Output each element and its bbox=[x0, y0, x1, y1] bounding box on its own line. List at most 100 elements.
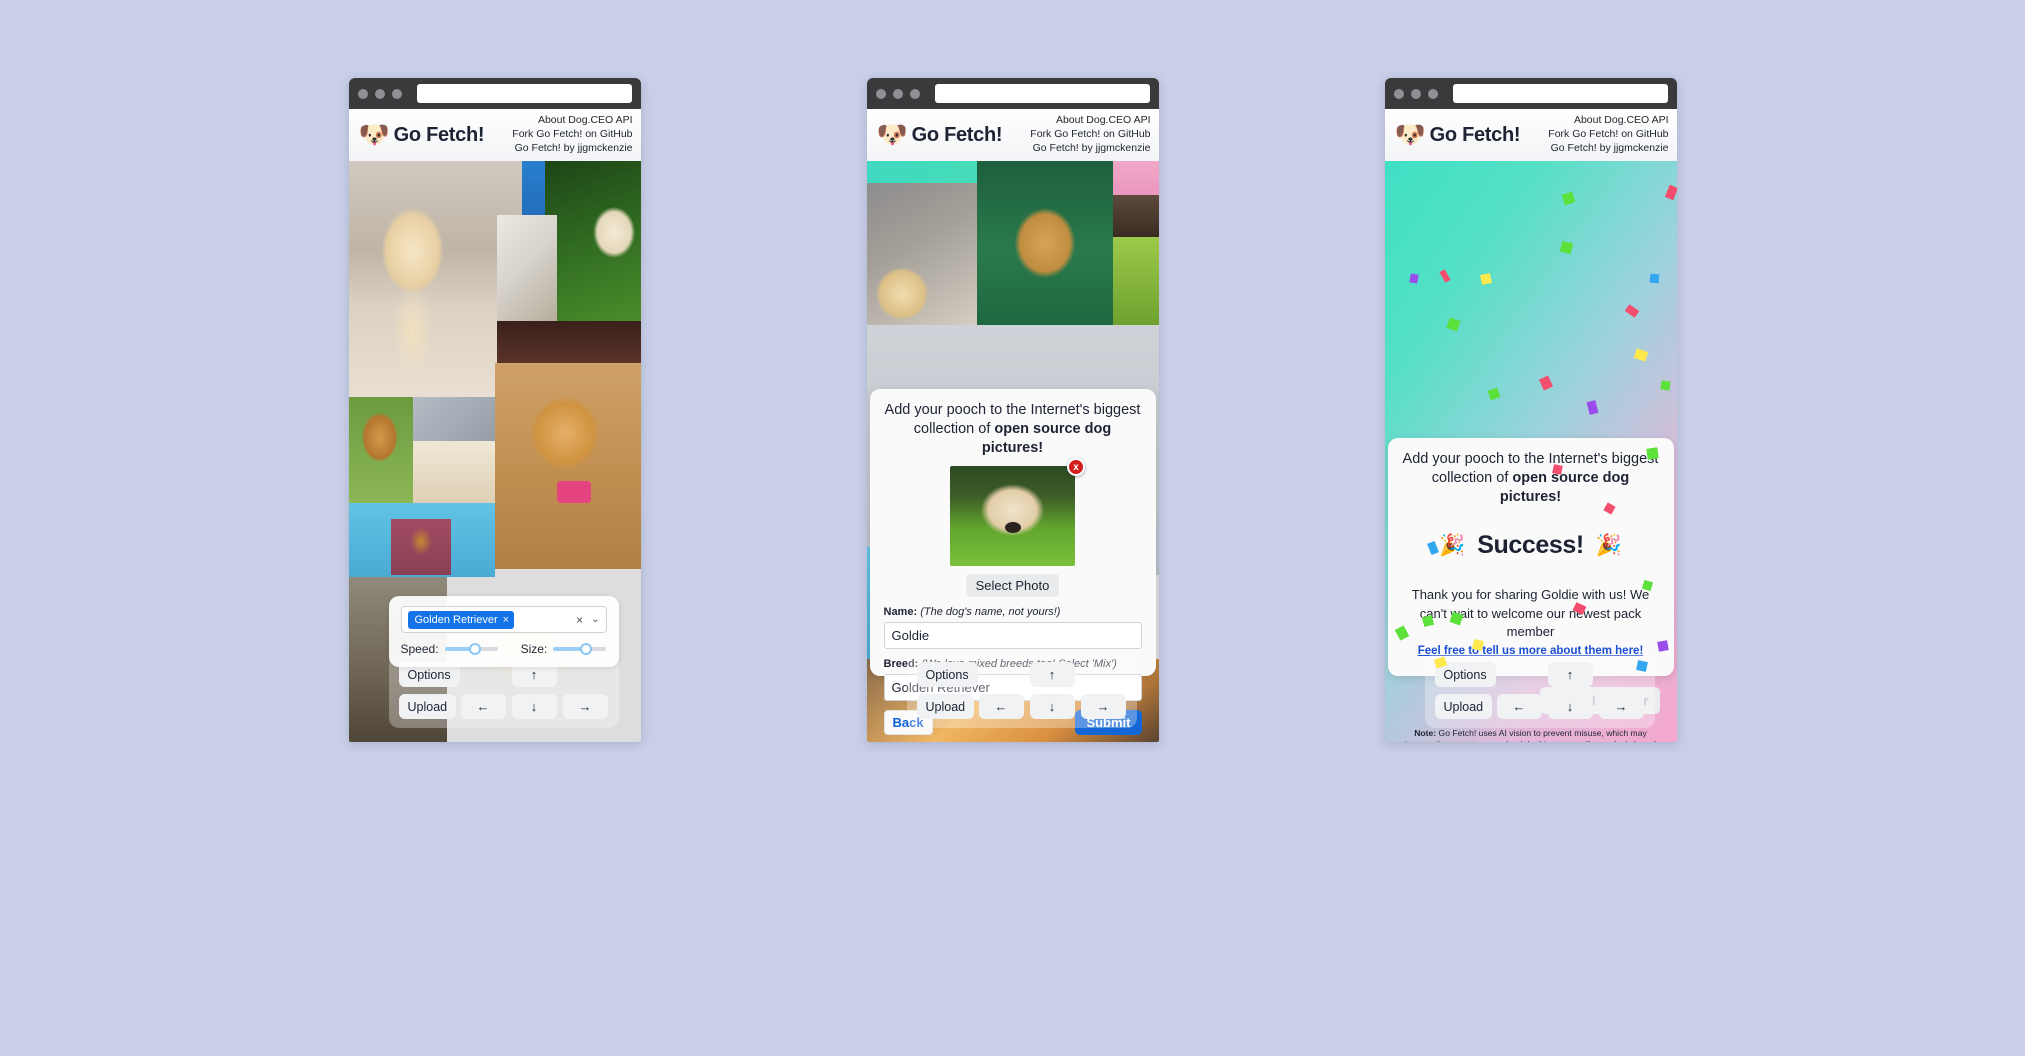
selected-photo-wrapper: x bbox=[950, 458, 1085, 567]
control-bar: Options ↑ Upload ← ↓ → bbox=[1424, 654, 1655, 728]
link-about-dogceo-api[interactable]: About Dog.CEO API bbox=[512, 114, 633, 128]
options-button[interactable]: Options bbox=[1434, 662, 1496, 687]
selected-photo-preview[interactable] bbox=[950, 466, 1075, 567]
pan-down-button[interactable]: ↓ bbox=[1547, 694, 1593, 719]
breed-multiselect[interactable]: Golden Retriever × × ⌄ bbox=[400, 606, 607, 633]
upload-modal: Add your pooch to the Internet's biggest… bbox=[869, 389, 1156, 736]
site-header: 🐶 Go Fetch! About Dog.CEO API Fork Go Fe… bbox=[348, 109, 641, 161]
photo-tile[interactable] bbox=[1112, 161, 1159, 195]
pan-up-button[interactable]: ↑ bbox=[1029, 662, 1075, 687]
window-minimize-dot[interactable] bbox=[892, 88, 903, 99]
window-close-dot[interactable] bbox=[357, 88, 368, 99]
window-maximize-dot[interactable] bbox=[1427, 88, 1438, 99]
link-fork-on-github[interactable]: Fork Go Fetch! on GitHub bbox=[1548, 128, 1668, 142]
photo-tile[interactable] bbox=[1112, 195, 1159, 237]
confetti-piece bbox=[1559, 240, 1573, 255]
select-photo-button[interactable]: Select Photo bbox=[965, 574, 1060, 598]
party-popper-icon: 🎉 bbox=[1439, 533, 1466, 557]
speed-label: Speed: bbox=[400, 642, 439, 656]
confetti-piece bbox=[1664, 184, 1677, 201]
success-banner: 🎉 Success! 🎉 bbox=[1402, 531, 1660, 560]
link-about-dogceo-api[interactable]: About Dog.CEO API bbox=[1030, 114, 1151, 128]
control-row-bottom: Upload ← ↓ → bbox=[1434, 694, 1645, 719]
name-input[interactable] bbox=[883, 622, 1142, 650]
browser-titlebar bbox=[866, 78, 1159, 109]
name-label-text: Name: bbox=[883, 606, 918, 619]
pan-down-button[interactable]: ↓ bbox=[511, 694, 557, 719]
confetti-piece bbox=[1479, 273, 1492, 285]
window-close-dot[interactable] bbox=[875, 88, 886, 99]
photo-tile[interactable] bbox=[866, 183, 977, 325]
photo-accent-bowtie bbox=[556, 481, 591, 503]
brand-title: Go Fetch! bbox=[393, 123, 485, 146]
upload-button[interactable]: Upload bbox=[916, 694, 975, 719]
size-label: Size: bbox=[520, 642, 548, 656]
window-close-dot[interactable] bbox=[1393, 88, 1404, 99]
speed-slider[interactable] bbox=[444, 643, 498, 655]
header-links: About Dog.CEO API Fork Go Fetch! on GitH… bbox=[1548, 114, 1668, 156]
link-about-dogceo-api[interactable]: About Dog.CEO API bbox=[1548, 114, 1669, 128]
chip-remove-icon[interactable]: × bbox=[503, 614, 509, 626]
photo-tile[interactable] bbox=[348, 397, 413, 503]
size-slider-knob[interactable] bbox=[580, 643, 593, 655]
browser-window-upload-form: 🐶 Go Fetch! About Dog.CEO API Fork Go Fe… bbox=[866, 78, 1159, 742]
pan-right-button[interactable]: → bbox=[1598, 694, 1644, 719]
browser-titlebar bbox=[1384, 78, 1677, 109]
site-header: 🐶 Go Fetch! About Dog.CEO API Fork Go Fe… bbox=[1384, 109, 1677, 161]
link-fork-on-github[interactable]: Fork Go Fetch! on GitHub bbox=[1030, 128, 1150, 142]
pan-left-button[interactable]: ← bbox=[1496, 694, 1542, 719]
photo-tile[interactable] bbox=[390, 519, 451, 575]
link-author-credit[interactable]: Go Fetch! by jjgmckenzie bbox=[1030, 142, 1151, 156]
breed-chip-golden-retriever[interactable]: Golden Retriever × bbox=[407, 610, 515, 629]
name-field-group: Name: (The dog's name, not yours!) bbox=[883, 606, 1142, 650]
upload-button[interactable]: Upload bbox=[1434, 694, 1493, 719]
sliders-row: Speed: Size: bbox=[401, 642, 607, 656]
link-author-credit[interactable]: Go Fetch! by jjgmckenzie bbox=[1548, 142, 1669, 156]
control-bar: Options ↑ Upload ← ↓ → bbox=[906, 654, 1137, 728]
window-maximize-dot[interactable] bbox=[909, 88, 920, 99]
confetti-piece bbox=[1659, 380, 1671, 391]
modal-title: Add your pooch to the Internet's biggest… bbox=[884, 401, 1142, 458]
pan-right-button[interactable]: → bbox=[562, 694, 608, 719]
size-slider[interactable] bbox=[553, 643, 607, 655]
control-row-bottom: Upload ← ↓ → bbox=[916, 694, 1127, 719]
address-bar[interactable] bbox=[416, 84, 632, 103]
photo-tile[interactable] bbox=[1112, 237, 1159, 325]
photo-tile[interactable] bbox=[976, 161, 1113, 325]
site-header: 🐶 Go Fetch! About Dog.CEO API Fork Go Fe… bbox=[866, 109, 1159, 161]
window-minimize-dot[interactable] bbox=[1410, 88, 1421, 99]
party-popper-icon: 🎉 bbox=[1595, 533, 1622, 557]
speed-slider-knob[interactable] bbox=[469, 643, 482, 655]
link-fork-on-github[interactable]: Fork Go Fetch! on GitHub bbox=[512, 128, 632, 142]
options-panel: Golden Retriever × × ⌄ Speed: Size: bbox=[388, 596, 619, 667]
clear-selection-icon[interactable]: × bbox=[576, 613, 585, 627]
chevron-down-icon[interactable]: ⌄ bbox=[591, 614, 599, 625]
pan-up-button[interactable]: ↑ bbox=[1547, 662, 1593, 687]
photo-tile[interactable] bbox=[494, 363, 641, 569]
upload-note: Note: Go Fetch! uses AI vision to preven… bbox=[1402, 728, 1660, 742]
address-bar[interactable] bbox=[934, 84, 1150, 103]
options-button[interactable]: Options bbox=[916, 662, 978, 687]
control-row-top: Options ↑ bbox=[916, 662, 1127, 687]
confetti-piece bbox=[1649, 273, 1659, 284]
photo-tile[interactable] bbox=[496, 321, 641, 363]
control-row-top: Options ↑ bbox=[1434, 662, 1645, 687]
pan-down-button[interactable]: ↓ bbox=[1029, 694, 1075, 719]
pan-left-button[interactable]: ← bbox=[978, 694, 1024, 719]
link-author-credit[interactable]: Go Fetch! by jjgmckenzie bbox=[512, 142, 633, 156]
photo-tile[interactable] bbox=[412, 397, 495, 441]
breed-chip-label: Golden Retriever bbox=[414, 613, 498, 626]
confetti-piece bbox=[1438, 269, 1451, 283]
photo-tile[interactable] bbox=[412, 441, 495, 503]
note-label: Note: bbox=[1414, 727, 1437, 738]
address-bar[interactable] bbox=[1452, 84, 1668, 103]
modal-title: Add your pooch to the Internet's biggest… bbox=[1402, 450, 1660, 507]
remove-photo-icon[interactable]: x bbox=[1067, 458, 1085, 477]
photo-tile[interactable] bbox=[496, 215, 557, 321]
photo-tile[interactable] bbox=[544, 161, 641, 331]
pan-left-button[interactable]: ← bbox=[460, 694, 506, 719]
window-maximize-dot[interactable] bbox=[391, 88, 402, 99]
pan-right-button[interactable]: → bbox=[1080, 694, 1126, 719]
upload-button[interactable]: Upload bbox=[398, 694, 457, 719]
window-minimize-dot[interactable] bbox=[374, 88, 385, 99]
